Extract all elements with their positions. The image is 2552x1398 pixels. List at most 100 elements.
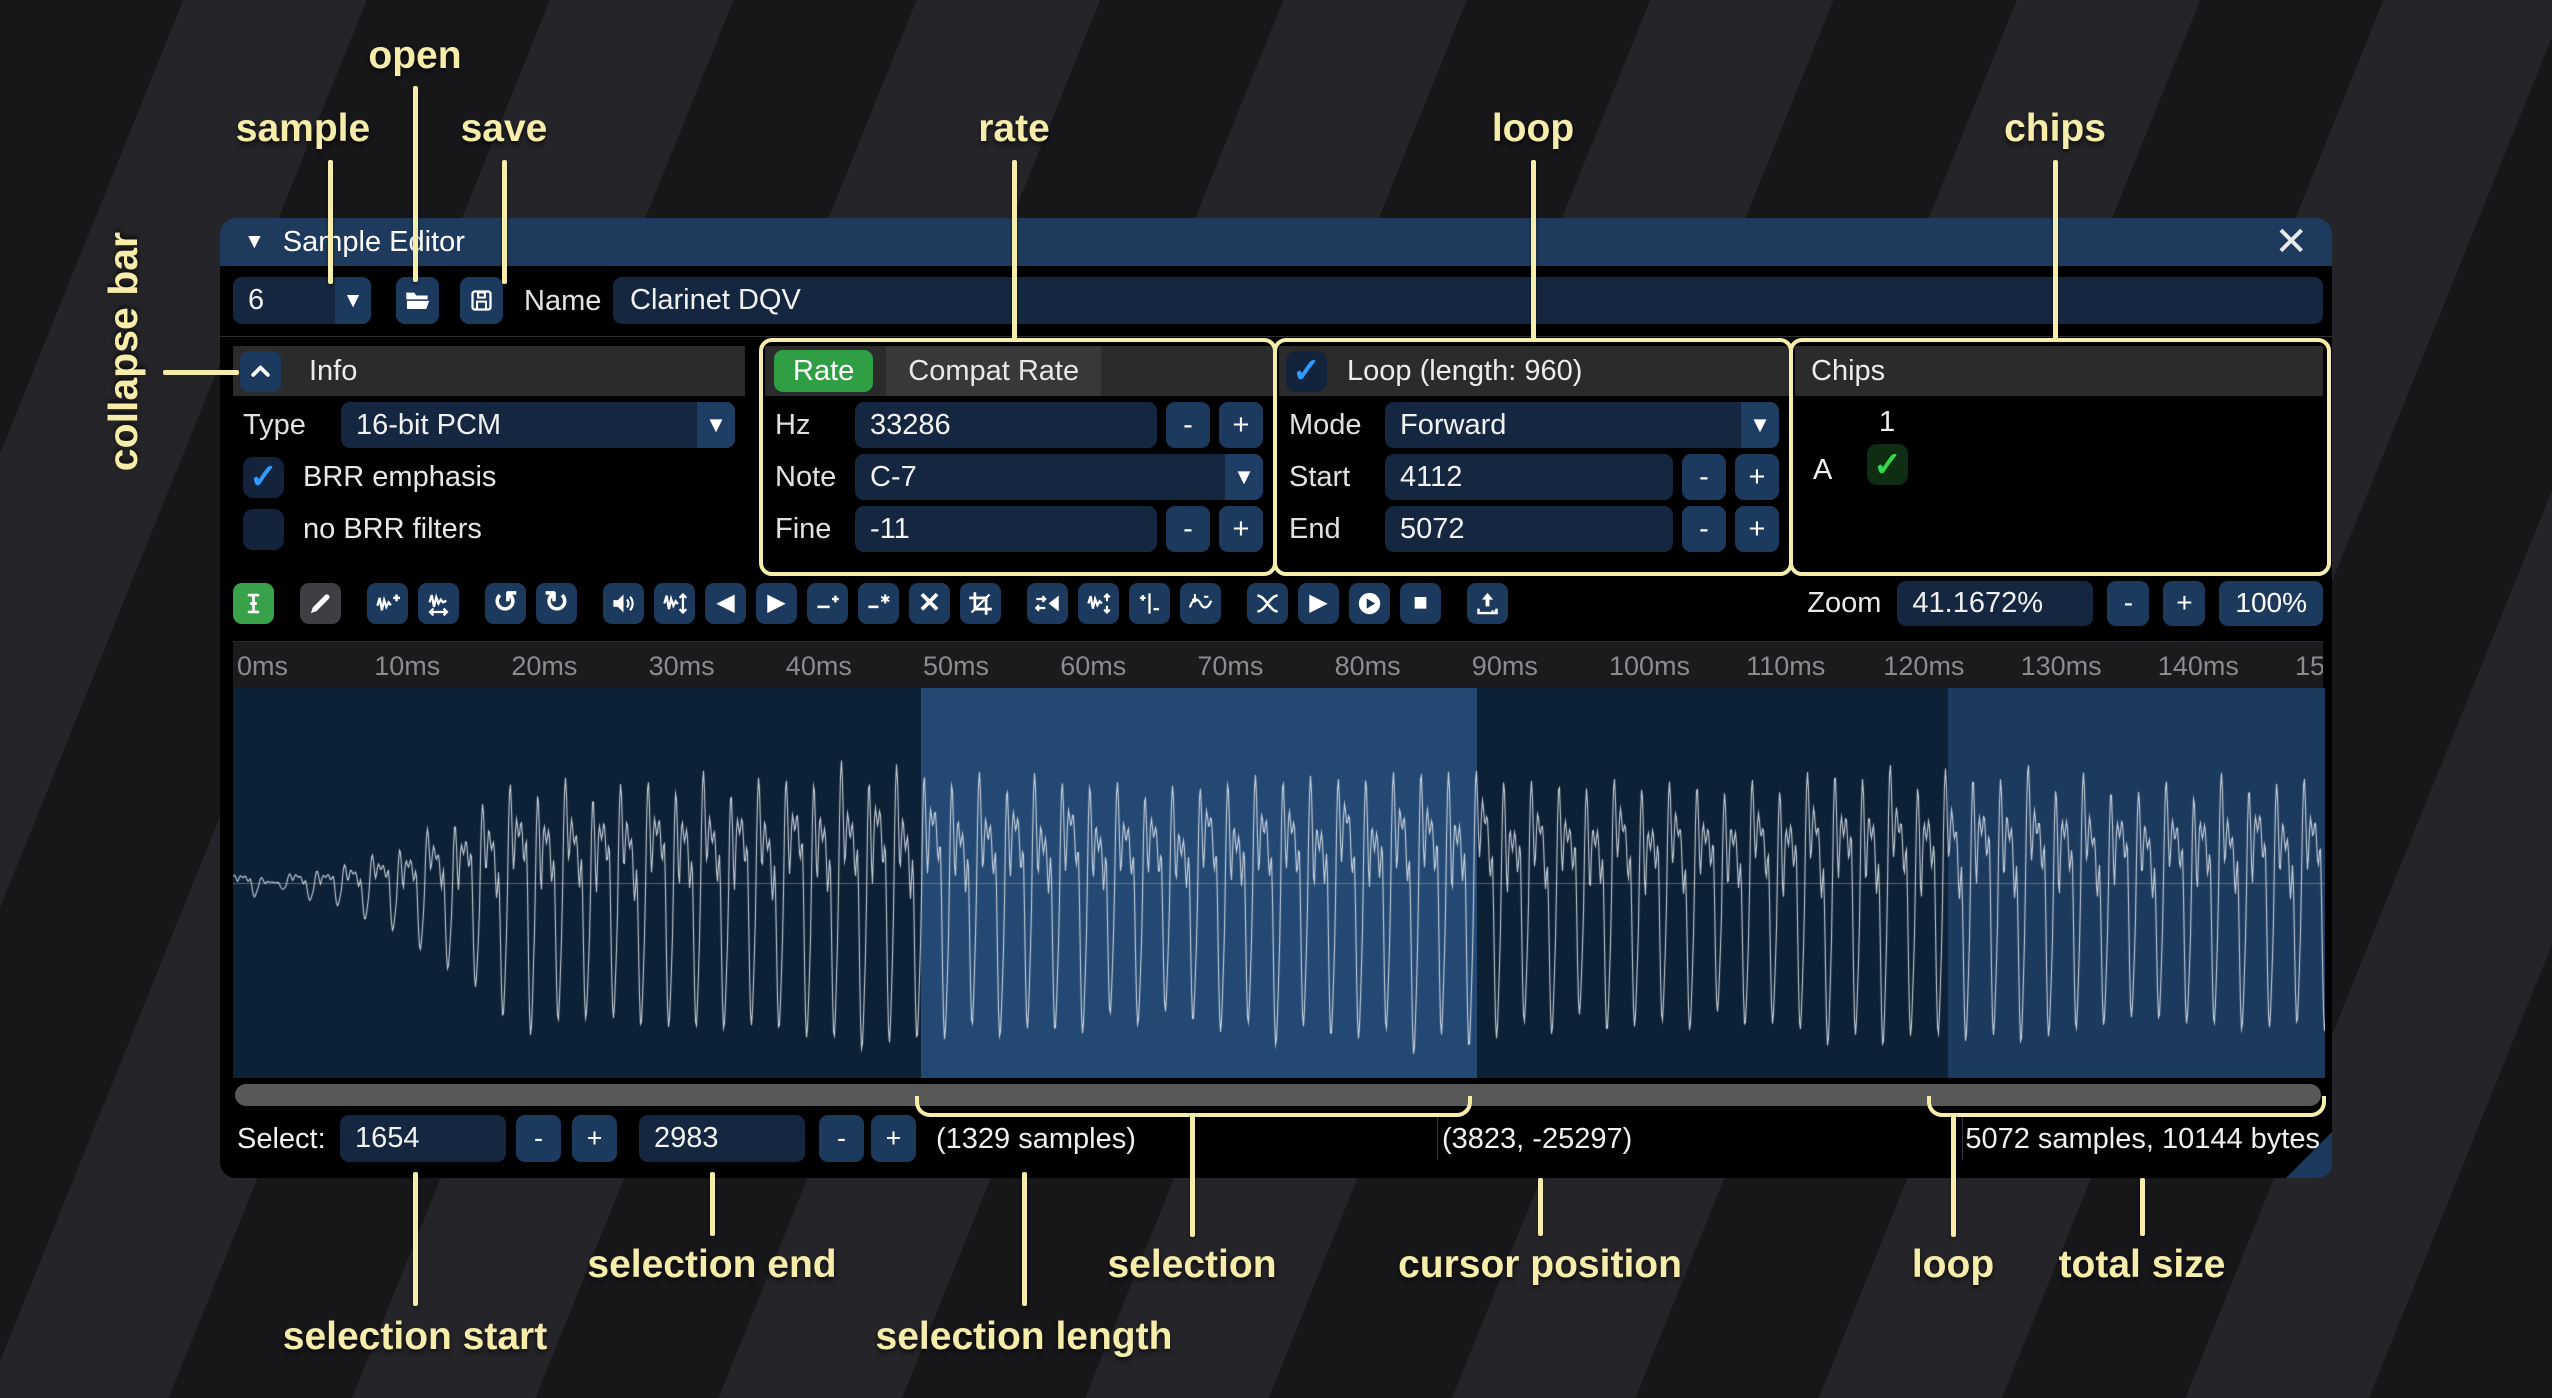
preview-button[interactable]: ▶ <box>1298 583 1339 624</box>
selection-start-minus-button[interactable]: - <box>516 1115 561 1162</box>
loop-start-minus-button[interactable]: - <box>1682 454 1726 500</box>
fade-out-button[interactable]: ▶ <box>756 583 797 624</box>
redo-button[interactable]: ↻ <box>536 583 577 624</box>
save-sample-button[interactable] <box>460 277 503 324</box>
window-collapse-caret-icon[interactable]: ▼ <box>244 230 265 254</box>
selection-end-plus-button[interactable]: + <box>871 1115 916 1162</box>
reverse-icon <box>1034 590 1061 617</box>
fine-input[interactable]: -11 <box>855 506 1157 552</box>
zoom-in-button[interactable]: + <box>2163 581 2205 626</box>
apply-filter-button[interactable] <box>1180 583 1221 624</box>
note-input[interactable]: C-7▼ <box>855 454 1263 500</box>
edit-mode-draw-button[interactable] <box>300 583 341 624</box>
chevron-down-icon[interactable]: ▼ <box>1225 454 1263 500</box>
fade-in-button[interactable]: ◀ <box>705 583 746 624</box>
invert-button[interactable] <box>1078 583 1119 624</box>
zoom-label: Zoom <box>1807 587 1881 620</box>
sample-selector[interactable]: 6 ▼ <box>233 277 371 324</box>
loop-end-input[interactable]: 5072 <box>1385 506 1673 552</box>
resize-button[interactable] <box>367 583 408 624</box>
hz-input[interactable]: 33286 <box>855 402 1157 448</box>
rate-tab-active[interactable]: Rate <box>774 350 873 392</box>
waveform-scrollbar[interactable] <box>233 1082 2323 1108</box>
selection-start-input[interactable]: 1654 <box>340 1115 506 1162</box>
waveform-display[interactable] <box>233 688 2325 1078</box>
info-panel: Info Type 16-bit PCM ▼ ✓BRR emphasis✓no … <box>233 342 745 564</box>
zoom-out-button[interactable]: - <box>2107 581 2149 626</box>
trim-button[interactable] <box>960 583 1001 624</box>
total-size-text: 5072 samples, 10144 bytes <box>1965 1123 2320 1156</box>
loop-start-plus-button[interactable]: + <box>1735 454 1779 500</box>
fine-plus-button[interactable]: + <box>1219 506 1263 552</box>
selection-end-minus-button[interactable]: - <box>819 1115 864 1162</box>
chevron-down-icon[interactable]: ▼ <box>335 277 371 324</box>
loop-start-input[interactable]: 4112 <box>1385 454 1673 500</box>
loop-end-minus-button[interactable]: - <box>1682 506 1726 552</box>
chevron-down-icon[interactable]: ▼ <box>697 402 735 448</box>
undo-button[interactable]: ↺ <box>485 583 526 624</box>
annotation-cursor-position-label: cursor position <box>1398 1244 1682 1287</box>
checked-checkbox[interactable]: ✓ <box>243 457 284 498</box>
scrollbar-thumb[interactable] <box>235 1084 2321 1106</box>
speaker-icon <box>610 590 637 617</box>
rate-panel: Rate Compat Rate Hz33286-+NoteC-7▼Fine-1… <box>765 342 1273 564</box>
type-label: Type <box>243 409 341 442</box>
sample-name-input[interactable]: Clarinet DQV <box>613 277 2323 324</box>
delete-button[interactable]: ✕ <box>909 583 950 624</box>
close-icon[interactable]: ✕ <box>2274 222 2308 262</box>
annotation-total-size-label: total size <box>2059 1244 2226 1287</box>
screenshot-stage: ▼ Sample Editor ✕ 6 ▼ Name Clarinet DQV … <box>0 0 2552 1398</box>
resize-grip[interactable] <box>2286 1132 2332 1178</box>
reverse-button[interactable] <box>1027 583 1068 624</box>
upload-icon <box>1474 590 1501 617</box>
toolbar-buttons: ↺↻◀▶✕▶■ <box>233 583 1508 624</box>
open-sample-button[interactable] <box>396 277 439 324</box>
sample-type-dropdown[interactable]: 16-bit PCM ▼ <box>341 402 735 448</box>
annotation-collapse-bar-label: collapse bar <box>100 232 147 471</box>
normalize-button[interactable] <box>654 583 695 624</box>
crop-icon <box>967 590 994 617</box>
zoom-reset-button[interactable]: 100% <box>2219 581 2323 626</box>
annotation-line-selection-start <box>413 1172 418 1306</box>
hz-minus-button[interactable]: - <box>1166 402 1210 448</box>
loop-mode-value: Forward <box>1400 409 1506 442</box>
annotation-sample-label: sample <box>236 108 370 151</box>
chevron-up-icon <box>247 358 274 385</box>
collapse-bar-button[interactable] <box>240 351 281 392</box>
loop-mode-dropdown[interactable]: Forward ▼ <box>1385 402 1779 448</box>
crossfade-icon <box>1254 590 1281 617</box>
info-panel-header: Info <box>233 346 745 396</box>
unchecked-checkbox[interactable]: ✓ <box>243 509 284 550</box>
crossfade-button[interactable] <box>1247 583 1288 624</box>
selection-start-plus-button[interactable]: + <box>572 1115 617 1162</box>
selection-end-input[interactable]: 2983 <box>639 1115 805 1162</box>
status-divider <box>1437 1116 1438 1160</box>
chevron-down-icon[interactable]: ▼ <box>1741 402 1779 448</box>
signed-unsigned-button[interactable] <box>1129 583 1170 624</box>
apply-silence-button[interactable] <box>858 583 899 624</box>
fine-minus-button[interactable]: - <box>1166 506 1210 552</box>
insert-silence-button[interactable] <box>807 583 848 624</box>
amplify-button[interactable] <box>603 583 644 624</box>
loop-mode-row: Mode Forward ▼ <box>1289 402 1779 448</box>
loop-enable-checkbox[interactable]: ✓ <box>1286 351 1327 392</box>
field-value: 5072 <box>1400 513 1465 546</box>
time-tick: 80ms <box>1335 651 1401 682</box>
annotation-line-selection-length <box>1022 1172 1027 1306</box>
time-tick: 100ms <box>1609 651 1690 682</box>
hz-plus-button[interactable]: + <box>1219 402 1263 448</box>
chip-enable-checkbox[interactable]: ✓ <box>1867 444 1908 485</box>
zoom-input[interactable]: 41.1672% <box>1897 581 2093 626</box>
compat-rate-tab[interactable]: Compat Rate <box>886 346 1101 396</box>
edit-mode-select-button[interactable] <box>233 583 274 624</box>
preview-loop-button[interactable] <box>1349 583 1390 624</box>
stop-preview-button[interactable]: ■ <box>1400 583 1441 624</box>
titlebar[interactable]: ▼ Sample Editor ✕ <box>220 218 2332 266</box>
sample-type-value: 16-bit PCM <box>356 409 501 442</box>
select-label: Select: <box>237 1123 326 1156</box>
export-sample-button[interactable] <box>1467 583 1508 624</box>
resample-button[interactable] <box>418 583 459 624</box>
info-checkbox-row: ✓no BRR filters <box>243 506 482 552</box>
loop-end-plus-button[interactable]: + <box>1735 506 1779 552</box>
annotation-selection-length-label: selection length <box>876 1316 1173 1359</box>
